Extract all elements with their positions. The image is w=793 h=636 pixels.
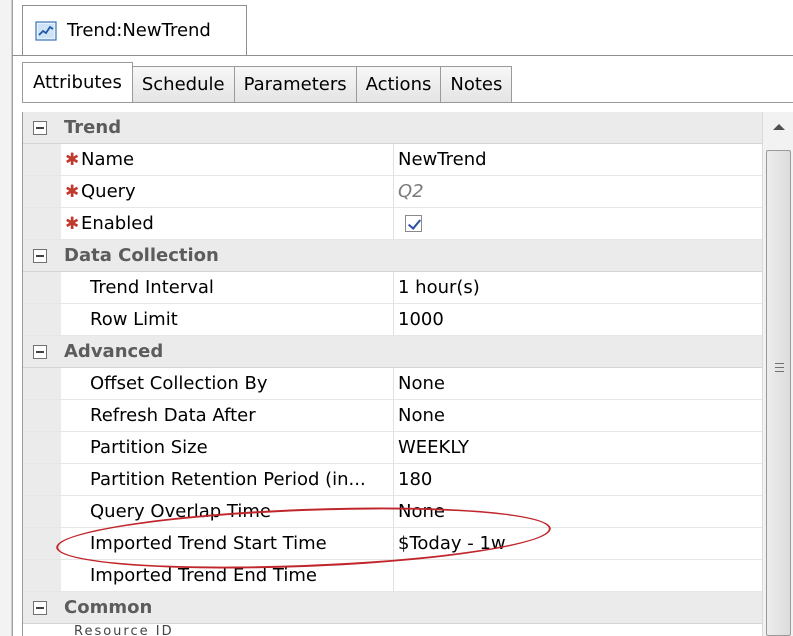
name-value-field[interactable]: NewTrend [393, 144, 763, 175]
property-row-imported-trend-start-time[interactable]: Imported Trend Start Time $Today - 1w [23, 528, 763, 560]
required-asterisk-icon: ✱ [65, 181, 80, 202]
property-label: Enabled [81, 213, 154, 234]
tab-parameters[interactable]: Parameters [234, 66, 357, 103]
property-row-query-overlap-time[interactable]: Query Overlap Time None [23, 496, 763, 528]
property-label: Offset Collection By [90, 373, 268, 394]
property-row-partition-retention-period[interactable]: Partition Retention Period (in... 180 [23, 464, 763, 496]
document-tab-title: Trend:NewTrend [67, 20, 211, 41]
collapse-icon[interactable] [33, 345, 47, 359]
tab-schedule[interactable]: Schedule [132, 66, 235, 103]
tab-label: Notes [450, 74, 503, 95]
required-asterisk-icon: ✱ [65, 149, 80, 170]
window-left-edge [0, 0, 12, 636]
partition-size-value-field[interactable]: WEEKLY [393, 432, 763, 463]
property-row-refresh-data-after[interactable]: Refresh Data After None [23, 400, 763, 432]
refresh-data-after-value-field[interactable]: None [393, 400, 763, 431]
row-gutter [23, 496, 61, 527]
imported-trend-start-time-value-field[interactable]: $Today - 1w [393, 528, 763, 559]
tab-label: Schedule [141, 74, 225, 95]
cut-off-row: Resource ID [22, 624, 762, 636]
property-label: Imported Trend End Time [90, 565, 317, 586]
query-overlap-time-value-field[interactable]: None [393, 496, 763, 527]
row-gutter [23, 560, 61, 591]
tab-bar-baseline [22, 102, 793, 103]
row-limit-value-field[interactable]: 1000 [393, 304, 763, 335]
row-gutter [23, 528, 61, 559]
property-row-imported-trend-end-time[interactable]: Imported Trend End Time [23, 560, 763, 592]
row-gutter [23, 272, 61, 303]
query-value-field[interactable]: Q2 [393, 176, 763, 207]
group-common[interactable]: Common [23, 592, 763, 624]
property-row-name[interactable]: ✱ Name NewTrend [23, 144, 763, 176]
row-gutter [23, 464, 61, 495]
property-label: Query Overlap Time [90, 501, 271, 522]
group-label: Advanced [64, 341, 164, 362]
row-gutter [23, 208, 61, 239]
document-tab[interactable]: Trend:NewTrend [22, 5, 247, 55]
grip-line [775, 371, 784, 372]
tab-label: Parameters [243, 74, 347, 95]
tab-label: Attributes [33, 72, 122, 93]
row-gutter [23, 176, 61, 207]
trend-chart-icon [35, 20, 57, 42]
partition-retention-period-value-field[interactable]: 180 [393, 464, 763, 495]
group-label: Common [64, 597, 153, 618]
offset-collection-by-value-field[interactable]: None [393, 368, 763, 399]
property-row-trend-interval[interactable]: Trend Interval 1 hour(s) [23, 272, 763, 304]
grip-line [775, 363, 784, 364]
enabled-value-cell [393, 208, 763, 239]
property-label: Partition Retention Period (in... [90, 469, 366, 490]
row-gutter [23, 368, 61, 399]
property-label: Name [81, 149, 135, 170]
required-asterisk-icon: ✱ [65, 213, 80, 234]
tab-label: Actions [365, 74, 432, 95]
row-gutter [23, 432, 61, 463]
scrollbar-thumb[interactable] [766, 150, 791, 636]
enabled-checkbox[interactable] [405, 215, 422, 232]
imported-trend-end-time-value-field[interactable] [393, 560, 763, 591]
property-label: Row Limit [90, 309, 178, 330]
tab-notes[interactable]: Notes [441, 66, 513, 103]
property-row-enabled[interactable]: ✱ Enabled [23, 208, 763, 240]
property-label: Trend Interval [90, 277, 214, 298]
property-row-row-limit[interactable]: Row Limit 1000 [23, 304, 763, 336]
document-tab-divider [12, 55, 793, 56]
collapse-icon[interactable] [33, 601, 47, 615]
property-grid: Trend ✱ Name NewTrend ✱ Query Q2 ✱ Enabl… [22, 112, 763, 636]
trend-interval-value-field[interactable]: 1 hour(s) [393, 272, 763, 303]
tab-attributes[interactable]: Attributes [22, 62, 133, 103]
property-label: Partition Size [90, 437, 208, 458]
property-label: Imported Trend Start Time [90, 533, 327, 554]
group-trend[interactable]: Trend [23, 112, 763, 144]
property-label: Refresh Data After [90, 405, 256, 426]
property-label: Query [81, 181, 136, 202]
row-gutter [23, 144, 61, 175]
group-label: Data Collection [64, 245, 219, 266]
collapse-icon[interactable] [33, 121, 47, 135]
group-advanced[interactable]: Advanced [23, 336, 763, 368]
cut-off-row-label: Resource ID [74, 624, 174, 636]
property-row-query[interactable]: ✱ Query Q2 [23, 176, 763, 208]
collapse-icon[interactable] [33, 249, 47, 263]
vertical-scrollbar[interactable] [762, 112, 793, 636]
property-row-partition-size[interactable]: Partition Size WEEKLY [23, 432, 763, 464]
editor-tab-bar: Attributes Schedule Parameters Actions N… [22, 62, 513, 103]
group-label: Trend [64, 117, 122, 138]
grip-line [775, 367, 784, 368]
tab-actions[interactable]: Actions [356, 66, 442, 103]
row-gutter [23, 400, 61, 431]
group-data-collection[interactable]: Data Collection [23, 240, 763, 272]
scroll-up-arrow-icon[interactable] [773, 124, 785, 130]
row-gutter [23, 304, 61, 335]
property-row-offset-collection-by[interactable]: Offset Collection By None [23, 368, 763, 400]
